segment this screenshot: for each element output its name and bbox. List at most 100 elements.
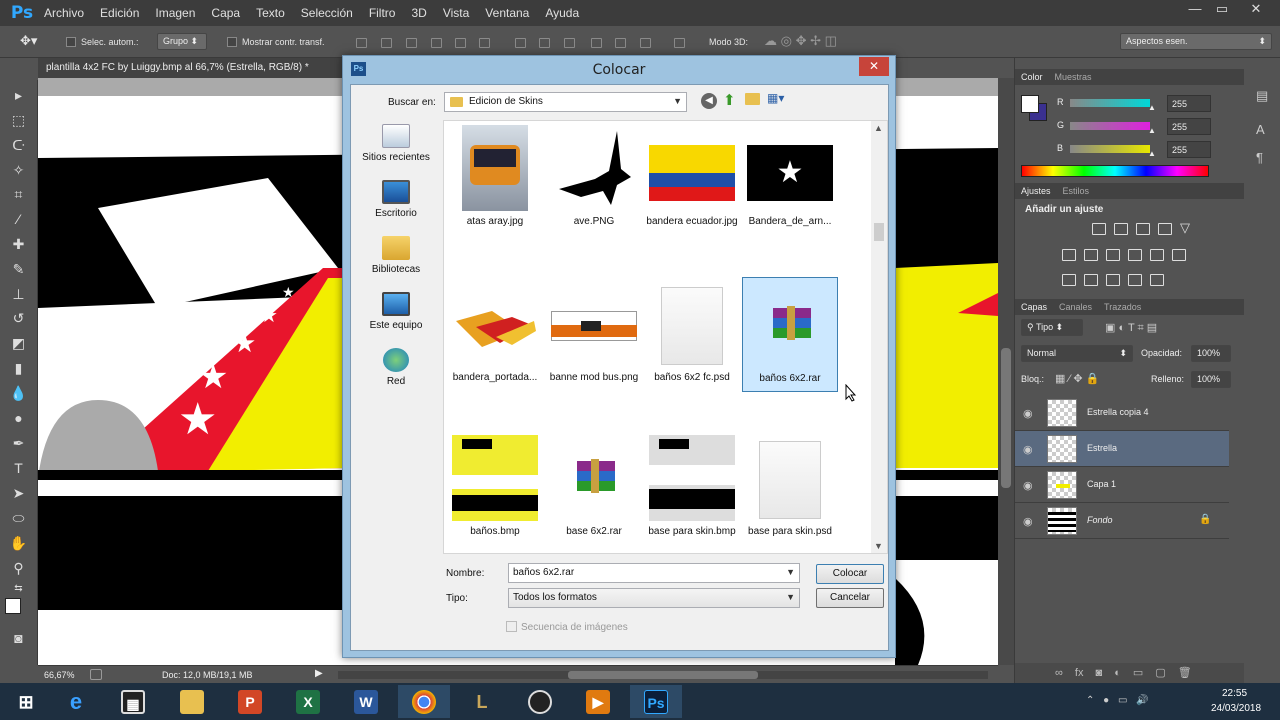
scroll-up-icon[interactable]: ▲ xyxy=(874,123,883,133)
slider-handle-icon[interactable]: ▲ xyxy=(1148,103,1156,112)
chevron-down-icon[interactable]: ▼ xyxy=(786,592,795,602)
file-item[interactable]: ave.PNG xyxy=(546,125,642,228)
taskbar-video[interactable]: ▦ xyxy=(107,685,159,718)
eye-icon[interactable]: ◉ xyxy=(1023,443,1033,456)
dialog-close-button[interactable]: ✕ xyxy=(859,57,889,76)
distribute-right-icon[interactable] xyxy=(640,38,651,48)
clock-time[interactable]: 22:55 xyxy=(1222,688,1247,699)
slider-handle-icon[interactable]: ▲ xyxy=(1148,126,1156,135)
character-panel-icon[interactable]: A xyxy=(1256,122,1265,137)
taskbar-league[interactable]: L xyxy=(456,685,508,718)
invert-icon[interactable] xyxy=(1062,274,1076,286)
layer-row[interactable]: ◉ Estrella xyxy=(1015,431,1229,467)
new-folder-icon[interactable] xyxy=(745,93,760,105)
menu-filtro[interactable]: Filtro xyxy=(369,6,396,20)
brightness-contrast-icon[interactable] xyxy=(1092,223,1106,235)
fg-color-chip[interactable] xyxy=(1021,95,1039,113)
align-bottom-icon[interactable] xyxy=(406,38,417,48)
place-recent[interactable]: Sitios recientes xyxy=(353,124,439,163)
taskbar-player[interactable]: ▶ xyxy=(572,685,624,718)
rgb-channel-slider[interactable] xyxy=(1070,145,1150,153)
menu-edicion[interactable]: Edición xyxy=(100,6,139,20)
taskbar-photoshop[interactable]: Ps xyxy=(630,685,682,718)
auto-select-dropdown[interactable]: Grupo ⬍ xyxy=(157,33,207,50)
move-tool-icon[interactable]: ✥▾ xyxy=(20,33,37,49)
clock-date[interactable]: 24/03/2018 xyxy=(1211,703,1261,714)
pen-tool-icon[interactable]: ✒ xyxy=(9,435,28,452)
system-tray-icons[interactable]: ⌃ ● ▭ 🔊 xyxy=(1086,695,1149,706)
menu-capa[interactable]: Capa xyxy=(211,6,240,20)
history-panel-icon[interactable]: ▤ xyxy=(1256,88,1268,104)
magic-wand-icon[interactable]: ✧ xyxy=(9,162,28,179)
rgb-channel-value[interactable]: 255 xyxy=(1167,118,1211,135)
tab-paths[interactable]: Trazados xyxy=(1104,302,1141,312)
clone-stamp-icon[interactable]: ⊥ xyxy=(9,286,28,303)
opacity-field[interactable]: 100% xyxy=(1191,345,1231,362)
dodge-tool-icon[interactable]: ● xyxy=(9,410,28,427)
file-item[interactable]: ★ Bandera_de_arn... xyxy=(742,125,838,228)
rgb-channel-slider[interactable] xyxy=(1070,99,1150,107)
file-item[interactable]: base para skin.bmp xyxy=(644,435,740,538)
sequence-checkbox[interactable] xyxy=(506,621,517,632)
foreground-color-swatch[interactable] xyxy=(5,598,21,614)
quick-mask-icon[interactable]: ◙ xyxy=(9,630,28,647)
type-tool-icon[interactable]: T xyxy=(9,460,28,477)
taskbar-explorer[interactable] xyxy=(166,685,218,718)
levels-icon[interactable] xyxy=(1114,223,1128,235)
menu-ventana[interactable]: Ventana xyxy=(485,6,529,20)
layers-footer-icons[interactable]: ∞ fx ◙ ◐ ▭ ▢ 🗑 xyxy=(1015,663,1245,683)
file-item[interactable]: baños 6x2 fc.psd xyxy=(644,281,740,384)
view-menu-icon[interactable]: ▦▾ xyxy=(767,91,784,105)
place-desktop[interactable]: Escritorio xyxy=(353,180,439,219)
taskbar-excel[interactable]: X xyxy=(282,685,334,718)
photo-filter-icon[interactable] xyxy=(1128,249,1142,261)
curves-icon[interactable] xyxy=(1136,223,1150,235)
selective-color-icon[interactable] xyxy=(1128,274,1142,286)
auto-align-icon[interactable] xyxy=(674,38,685,48)
place-this-pc[interactable]: Este equipo xyxy=(353,292,439,331)
rgb-channel-slider[interactable] xyxy=(1070,122,1150,130)
file-item[interactable]: banne mod bus.png xyxy=(546,281,642,384)
status-share-icon[interactable] xyxy=(90,669,102,680)
eraser-tool-icon[interactable]: ◩ xyxy=(9,335,28,352)
horizontal-scroll-thumb[interactable] xyxy=(568,671,758,679)
canvas-horizontal-scrollbar[interactable] xyxy=(338,671,988,679)
layer-row[interactable]: ◉ Capa 1 xyxy=(1015,467,1229,503)
workspace-dropdown[interactable]: Aspectos esen. ⬍ xyxy=(1120,33,1272,50)
look-in-dropdown[interactable]: Edicion de Skins ▼ xyxy=(444,92,687,112)
taskbar-chrome[interactable] xyxy=(398,685,450,718)
black-white-icon[interactable] xyxy=(1106,249,1120,261)
place-network[interactable]: Red xyxy=(353,348,439,387)
canvas-vertical-scrollbar[interactable] xyxy=(998,78,1014,665)
file-item[interactable]: bandera_portada... xyxy=(447,281,543,384)
swap-colors-icon[interactable]: ⇆ xyxy=(9,580,28,597)
file-scroll-thumb[interactable] xyxy=(874,223,884,241)
color-balance-icon[interactable] xyxy=(1084,249,1098,261)
paragraph-panel-icon[interactable]: ¶ xyxy=(1256,150,1263,165)
taskbar-ie[interactable]: e xyxy=(50,685,102,718)
tab-layers[interactable]: Capas xyxy=(1021,302,1047,312)
color-spectrum-bar[interactable] xyxy=(1021,165,1209,177)
restore-button[interactable]: ▭ xyxy=(1207,0,1237,20)
scroll-down-icon[interactable]: ▼ xyxy=(874,541,883,551)
menu-texto[interactable]: Texto xyxy=(256,6,285,20)
layer-row[interactable]: ◉ Fondo 🔒 xyxy=(1015,503,1229,539)
color-lookup-icon[interactable] xyxy=(1172,249,1186,261)
distribute-vcenter-icon[interactable] xyxy=(539,38,550,48)
layer-row[interactable]: ◉ Estrella copia 4 xyxy=(1015,395,1229,431)
eye-icon[interactable]: ◉ xyxy=(1023,479,1033,492)
document-tab[interactable]: plantilla 4x2 FC by Luiggy.bmp al 66,7% … xyxy=(38,58,342,78)
file-name-field[interactable]: baños 6x2.rar ▼ xyxy=(508,563,800,583)
posterize-icon[interactable] xyxy=(1084,274,1098,286)
path-select-icon[interactable]: ➤ xyxy=(9,485,28,502)
align-right-icon[interactable] xyxy=(479,38,490,48)
zoom-level[interactable]: 66,67% xyxy=(44,670,75,680)
eye-icon[interactable]: ◉ xyxy=(1023,407,1033,420)
menu-archivo[interactable]: Archivo xyxy=(44,6,84,20)
show-transform-checkbox[interactable] xyxy=(227,37,237,47)
threshold-icon[interactable] xyxy=(1106,274,1120,286)
distribute-hcenter-icon[interactable] xyxy=(615,38,626,48)
file-type-dropdown[interactable]: Todos los formatos ▼ xyxy=(508,588,800,608)
back-icon[interactable]: ◀ xyxy=(701,93,717,109)
place-libraries[interactable]: Bibliotecas xyxy=(353,236,439,275)
